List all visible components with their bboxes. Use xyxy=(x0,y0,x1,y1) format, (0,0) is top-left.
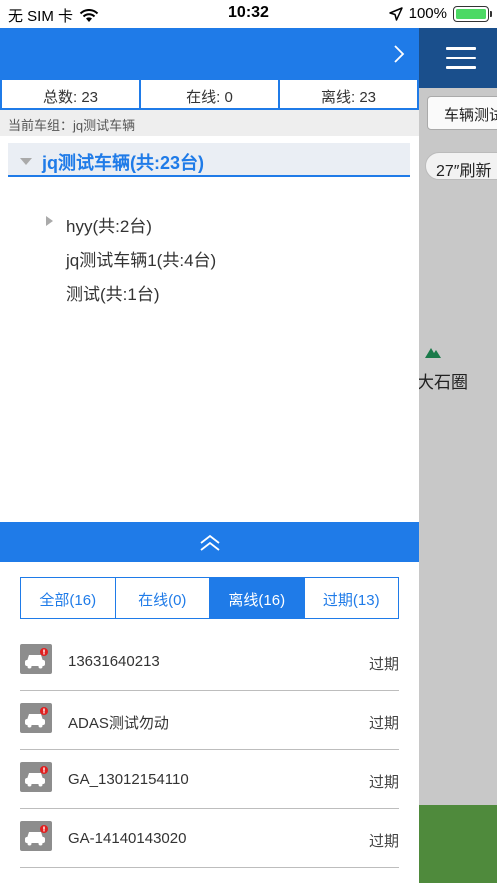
map-vehicle-tab[interactable]: 车辆测试 xyxy=(427,96,497,130)
list-item[interactable]: GA-14140143020 过期 xyxy=(20,809,399,868)
tree-root-label: jq测试车辆(共:23台) xyxy=(42,153,204,173)
map-topbar xyxy=(419,28,497,88)
vehicle-status: 过期 xyxy=(368,774,399,791)
stat-offline: 离线: 23 xyxy=(280,80,417,108)
chevron-double-up-icon[interactable] xyxy=(198,534,222,552)
list-item[interactable]: ADAS测试勿动 过期 xyxy=(20,691,399,750)
vehicle-name: GA_13012154110 xyxy=(68,771,189,788)
map-panel: 车辆测试 27″刷新 大石圈 xyxy=(417,28,497,883)
status-bar: 无 SIM 卡 10:32 100% xyxy=(0,0,497,28)
group-tree: jq测试车辆(共:23台) hyy(共:2台) jq测试车辆1(共:4台) 测试… xyxy=(0,136,419,522)
stat-total: 总数: 23 xyxy=(2,80,139,108)
car-icon xyxy=(20,821,52,851)
drawer-header xyxy=(0,28,419,80)
status-right: 100% xyxy=(388,5,492,22)
map-place-label: 大石圈 xyxy=(417,373,468,392)
map-watermark-area xyxy=(419,805,497,883)
vehicle-status: 过期 xyxy=(368,833,399,850)
chevron-right-icon[interactable] xyxy=(393,44,405,64)
hamburger-menu-icon[interactable] xyxy=(446,47,476,69)
battery-percent: 100% xyxy=(408,5,447,22)
list-item-partial[interactable] xyxy=(20,868,399,883)
filter-tab-online[interactable]: 在线(0) xyxy=(115,578,210,618)
vehicle-status: 过期 xyxy=(368,715,399,732)
vehicle-name: 13631640213 xyxy=(68,653,160,670)
filter-tab-expired[interactable]: 过期(13) xyxy=(304,578,398,618)
car-icon xyxy=(20,762,52,792)
vehicle-name: ADAS测试勿动 xyxy=(68,715,169,732)
expanded-triangle-icon[interactable] xyxy=(20,158,32,165)
vehicle-name: GA-14140143020 xyxy=(68,830,187,847)
tree-node-test[interactable]: 测试(共:1台) xyxy=(66,280,160,305)
location-arrow-icon xyxy=(388,6,403,21)
current-group-label: 当前车组：jq测试车辆 xyxy=(0,110,419,136)
filter-tab-all[interactable]: 全部(16) xyxy=(21,578,116,618)
stat-online: 在线: 0 xyxy=(141,80,278,108)
vehicle-drawer: 总数: 23 在线: 0 离线: 23 当前车组：jq测试车辆 jq测试车辆(共… xyxy=(0,28,419,883)
filter-tabs: 全部(16) 在线(0) 离线(16) 过期(13) xyxy=(20,577,399,619)
battery-icon xyxy=(453,5,492,22)
list-item[interactable]: 13631640213 过期 xyxy=(20,632,399,691)
tree-node-jq1[interactable]: jq测试车辆1(共:4台) xyxy=(66,246,216,271)
mountain-icon xyxy=(425,348,441,358)
tree-root-node[interactable]: jq测试车辆(共:23台) xyxy=(8,143,410,177)
map-refresh-badge[interactable]: 27″刷新 xyxy=(425,152,497,180)
collapsed-triangle-icon[interactable] xyxy=(46,216,53,226)
list-item[interactable]: GA_13012154110 过期 xyxy=(20,750,399,809)
filter-tab-offline[interactable]: 离线(16) xyxy=(210,578,305,618)
car-icon xyxy=(20,703,52,733)
tree-node-hyy[interactable]: hyy(共:2台) xyxy=(66,212,152,237)
stats-bar: 总数: 23 在线: 0 离线: 23 xyxy=(0,80,419,110)
car-icon xyxy=(20,644,52,674)
collapse-bar[interactable] xyxy=(0,522,419,562)
vehicle-list: 13631640213 过期 ADAS测试勿动 过期 GA_1301215411… xyxy=(20,632,399,883)
vehicle-status: 过期 xyxy=(368,656,399,673)
